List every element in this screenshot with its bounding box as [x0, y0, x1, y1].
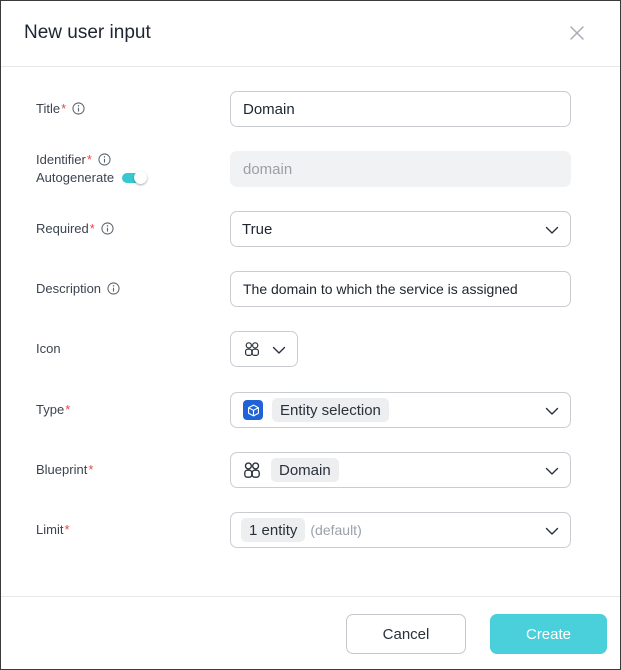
required-label-text: Required	[36, 221, 89, 236]
type-chip: Entity selection	[272, 398, 389, 422]
entity-cube-icon	[243, 400, 263, 420]
limit-label-text: Limit	[36, 522, 64, 537]
required-marker: *	[86, 152, 92, 167]
icon-label-text: Icon	[36, 341, 61, 356]
chevron-down-icon	[545, 226, 559, 234]
cancel-button[interactable]: Cancel	[346, 614, 466, 654]
required-label: Required *	[36, 221, 114, 236]
create-button[interactable]: Create	[490, 614, 607, 654]
limit-select[interactable]: 1 entity (default)	[230, 512, 571, 548]
limit-chip: 1 entity	[241, 518, 306, 542]
description-input-value: The domain to which the service is assig…	[243, 281, 518, 297]
chevron-down-icon	[545, 467, 559, 475]
description-label-text: Description	[36, 281, 102, 296]
required-select-value: True	[242, 220, 273, 238]
type-label: Type *	[36, 402, 70, 417]
info-icon[interactable]	[72, 102, 85, 115]
chevron-down-icon	[545, 407, 559, 415]
blueprint-select[interactable]: Domain	[230, 452, 571, 488]
dialog-footer: Cancel Create	[1, 596, 620, 669]
autogenerate-toggle[interactable]	[122, 171, 147, 184]
blueprint-chip: Domain	[271, 458, 339, 482]
chevron-down-icon	[272, 346, 286, 354]
identifier-placeholder: domain	[243, 160, 293, 178]
required-marker: *	[64, 522, 70, 537]
required-marker: *	[89, 221, 95, 236]
icon-label: Icon	[36, 341, 61, 356]
icon-picker[interactable]	[230, 331, 298, 367]
title-input-value: Domain	[243, 100, 295, 118]
required-select[interactable]: True	[230, 211, 571, 247]
info-icon[interactable]	[107, 282, 120, 295]
identifier-input[interactable]: domain	[230, 151, 571, 187]
identifier-label-text: Identifier	[36, 152, 86, 167]
required-marker: *	[65, 402, 71, 417]
blueprint-label-text: Blueprint	[36, 462, 88, 477]
title-input[interactable]: Domain	[230, 91, 571, 127]
limit-label: Limit *	[36, 522, 70, 537]
description-label: Description	[36, 281, 120, 296]
type-select[interactable]: Entity selection	[230, 392, 571, 428]
domain-icon	[245, 342, 259, 356]
limit-default-hint: (default)	[310, 522, 362, 538]
title-label-text: Title	[36, 101, 61, 116]
close-icon[interactable]	[567, 23, 587, 43]
autogenerate-label: Autogenerate	[36, 170, 114, 185]
title-label: Title *	[36, 101, 85, 116]
required-marker: *	[88, 462, 94, 477]
description-input[interactable]: The domain to which the service is assig…	[230, 271, 571, 307]
info-icon[interactable]	[101, 222, 114, 235]
dialog-title: New user input	[24, 22, 151, 43]
new-user-input-dialog: New user input Title * Domain Identifier *…	[0, 0, 621, 670]
info-icon[interactable]	[98, 153, 111, 166]
dialog-header: New user input	[1, 1, 620, 67]
blueprint-label: Blueprint *	[36, 462, 93, 477]
required-marker: *	[61, 101, 67, 116]
chevron-down-icon	[545, 527, 559, 535]
identifier-label: Identifier *	[36, 152, 111, 167]
autogenerate-label-text: Autogenerate	[36, 170, 115, 185]
domain-icon	[244, 462, 260, 478]
type-label-text: Type	[36, 402, 65, 417]
